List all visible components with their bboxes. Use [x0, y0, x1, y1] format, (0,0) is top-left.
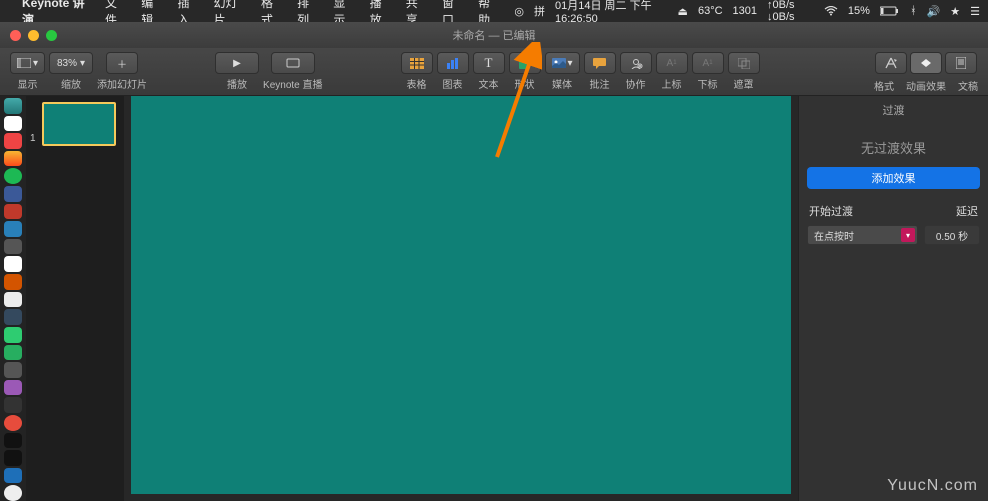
window-titlebar: 未命名 — 已编辑: [0, 22, 988, 48]
watermark: YuucN.com: [887, 477, 978, 495]
dock-app-icon[interactable]: [4, 309, 22, 325]
add-slide-button[interactable]: ＋: [106, 52, 138, 74]
screen-mirror-icon[interactable]: ⏏: [678, 5, 688, 18]
temp-reading: 63°C: [698, 5, 723, 17]
mask-button[interactable]: [728, 52, 760, 74]
document-label: 文稿: [958, 78, 978, 93]
dock-app-icon[interactable]: [4, 116, 22, 132]
input-method-icon[interactable]: 拼: [534, 3, 545, 19]
net-speed: ↑0B/s ↓0B/s: [767, 0, 814, 23]
dock-app-icon[interactable]: [4, 221, 22, 237]
shape-label: 形状: [515, 76, 535, 91]
dock-app-icon[interactable]: [4, 450, 22, 466]
zoom-select[interactable]: 83%▾: [49, 52, 93, 74]
slide-thumbnail[interactable]: 1: [32, 102, 118, 146]
keynote-live-label: Keynote 直播: [263, 76, 322, 91]
dock-app-icon[interactable]: [4, 345, 22, 361]
document-title: 未命名 — 已编辑: [452, 27, 535, 43]
dock-app-icon[interactable]: [4, 186, 22, 202]
chart-button[interactable]: [437, 52, 469, 74]
window-controls: [10, 30, 57, 41]
add-slide-label: 添加幻灯片: [97, 76, 147, 91]
slide-canvas[interactable]: [124, 96, 798, 501]
status-icon[interactable]: ◎: [514, 5, 524, 18]
bluetooth-icon[interactable]: ᚼ: [910, 5, 917, 17]
start-transition-label: 开始过渡: [809, 203, 853, 219]
dropdown-caret-icon: ▾: [901, 228, 915, 242]
spotlight-icon[interactable]: ☰: [970, 5, 980, 18]
zoom-label: 缩放: [61, 76, 81, 91]
dock-app-icon[interactable]: [4, 327, 22, 343]
dock-app-icon[interactable]: [4, 274, 22, 290]
battery-pct: 15%: [848, 5, 870, 17]
toolbar: ▾ 显示 83%▾ 缩放 ＋ 添加幻灯片 ▶ 播放 Keynote 直播 表格 …: [0, 48, 988, 96]
play-button[interactable]: ▶: [215, 52, 259, 74]
dock-app-icon[interactable]: [4, 168, 22, 184]
shape-button[interactable]: [509, 52, 541, 74]
battery-icon[interactable]: [880, 6, 900, 16]
minimize-button[interactable]: [28, 30, 39, 41]
dock-app-icon[interactable]: [4, 485, 22, 501]
no-transition-label: 无过渡效果: [799, 124, 988, 167]
superscript-button[interactable]: A1: [656, 52, 688, 74]
subscript-button[interactable]: A1: [692, 52, 724, 74]
media-label: 媒体: [552, 76, 572, 91]
superscript-label: 上标: [662, 76, 682, 91]
dock-app-icon[interactable]: [4, 292, 22, 308]
star-icon[interactable]: ★: [950, 5, 960, 18]
dock-app-icon[interactable]: [4, 239, 22, 255]
dock-app-icon[interactable]: [4, 256, 22, 272]
dock-app-icon[interactable]: [4, 98, 22, 114]
volume-icon[interactable]: 🔊: [927, 5, 941, 18]
dock-app-icon[interactable]: [4, 415, 22, 431]
current-slide[interactable]: [131, 96, 791, 494]
dock-app-icon[interactable]: [4, 204, 22, 220]
slide-preview: [42, 102, 116, 146]
subscript-label: 下标: [698, 76, 718, 91]
macos-menubar: Keynote 讲演 文件 编辑 插入 幻灯片 格式 排列 显示 播放 共享 窗…: [0, 0, 988, 22]
format-tab[interactable]: [875, 52, 907, 74]
comment-label: 批注: [590, 76, 610, 91]
add-effect-button[interactable]: 添加效果: [807, 167, 980, 189]
dock-app-icon[interactable]: [4, 151, 22, 167]
animate-label: 动画效果: [906, 78, 946, 93]
slide-number: 1: [30, 133, 36, 144]
comment-button[interactable]: [584, 52, 616, 74]
dock-app-icon[interactable]: [4, 433, 22, 449]
table-button[interactable]: [401, 52, 433, 74]
animate-tab[interactable]: [910, 52, 942, 74]
dock-app-icon[interactable]: [4, 397, 22, 413]
text-label: 文本: [479, 76, 499, 91]
view-button[interactable]: ▾: [10, 52, 45, 74]
chart-label: 图表: [443, 76, 463, 91]
slide-navigator[interactable]: 1: [26, 96, 124, 501]
collaborate-label: 协作: [626, 76, 646, 91]
keynote-live-button[interactable]: [271, 52, 315, 74]
dock-app-icon[interactable]: [4, 362, 22, 378]
zoom-button[interactable]: [46, 30, 57, 41]
dock-app-icon[interactable]: [4, 468, 22, 484]
text-button[interactable]: T: [473, 52, 505, 74]
delay-field[interactable]: 0.50 秒: [924, 225, 980, 245]
view-label: 显示: [18, 76, 38, 91]
dock-app-icon[interactable]: [4, 380, 22, 396]
collaborate-button[interactable]: [620, 52, 652, 74]
document-tab[interactable]: [945, 52, 977, 74]
macos-dock: [0, 96, 26, 501]
dock-app-icon[interactable]: [4, 133, 22, 149]
format-label: 格式: [874, 78, 894, 93]
fan-rpm: 1301: [733, 5, 757, 17]
delay-label: 延迟: [956, 203, 978, 219]
start-transition-select[interactable]: 在点按时 ▾: [807, 225, 918, 245]
main-area: 1 过渡 无过渡效果 添加效果 开始过渡 延迟 在点按时 ▾ 0.50 秒: [0, 96, 988, 501]
inspector-section-title: 过渡: [799, 96, 988, 124]
media-button[interactable]: ▾: [545, 52, 580, 74]
inspector-panel: 过渡 无过渡效果 添加效果 开始过渡 延迟 在点按时 ▾ 0.50 秒: [798, 96, 988, 501]
square-icon: [519, 58, 530, 69]
table-label: 表格: [407, 76, 427, 91]
close-button[interactable]: [10, 30, 21, 41]
mask-label: 遮罩: [734, 76, 754, 91]
wifi-icon[interactable]: [824, 6, 838, 16]
play-label: 播放: [227, 76, 247, 91]
